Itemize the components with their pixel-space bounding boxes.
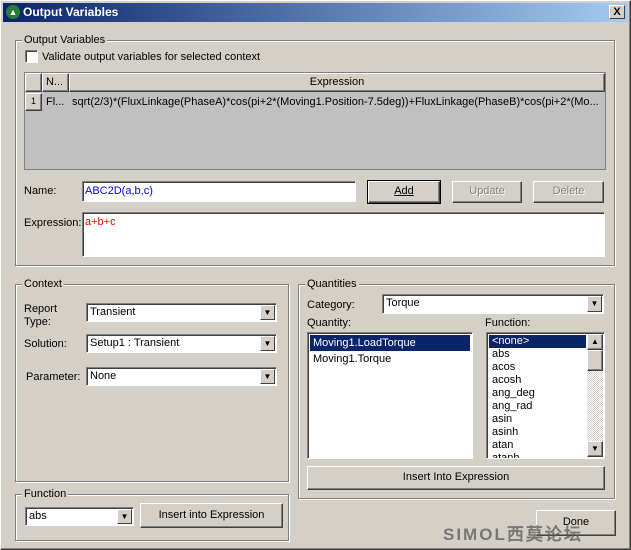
- table-corner: [25, 73, 42, 92]
- row-index[interactable]: 1: [25, 93, 42, 111]
- scroll-down-icon[interactable]: ▼: [587, 441, 603, 457]
- quantities-label: Quantities: [305, 278, 359, 290]
- variables-table[interactable]: N... Expression 1 Fl... sqrt(2/3)*(FluxL…: [24, 72, 606, 170]
- column-header-expression[interactable]: Expression: [69, 73, 605, 92]
- function-item[interactable]: ang_deg: [489, 387, 586, 400]
- window-title: Output Variables: [23, 5, 119, 19]
- scrollbar[interactable]: ▲ ▼: [587, 334, 603, 457]
- quantity-list[interactable]: Moving1.LoadTorque Moving1.Torque: [307, 332, 473, 459]
- chevron-down-icon[interactable]: ▼: [260, 369, 275, 384]
- function-item[interactable]: atan: [489, 439, 586, 452]
- insert-into-expression-quantity-button[interactable]: Insert Into Expression: [307, 466, 605, 490]
- add-button[interactable]: Add: [367, 180, 441, 204]
- add-label: Add: [394, 185, 414, 197]
- function-item[interactable]: abs: [489, 348, 586, 361]
- category-value: Torque: [386, 297, 420, 309]
- title-bar: Output Variables: [3, 3, 628, 22]
- function-item[interactable]: <none>: [489, 335, 586, 348]
- chevron-down-icon[interactable]: ▼: [260, 305, 275, 320]
- function-value: abs: [29, 510, 47, 522]
- parameter-value: None: [90, 370, 117, 382]
- function-list-label: Function:: [485, 317, 531, 329]
- validate-checkbox[interactable]: [25, 50, 38, 63]
- column-header-name[interactable]: N...: [42, 73, 69, 92]
- function-group-label: Function: [22, 488, 69, 500]
- validate-label: Validate output variables for selected c…: [42, 51, 261, 63]
- quantity-item[interactable]: Moving1.LoadTorque: [310, 335, 470, 351]
- row-name-cell[interactable]: Fl...: [46, 95, 64, 109]
- report-type-select[interactable]: Transient ▼: [86, 303, 277, 322]
- category-label: Category:: [307, 299, 355, 311]
- report-type-label: Report Type:: [24, 303, 58, 328]
- quantity-label: Quantity:: [307, 317, 352, 329]
- function-item[interactable]: acosh: [489, 374, 586, 387]
- close-button[interactable]: X: [609, 5, 625, 19]
- expression-input[interactable]: a+b+c: [82, 212, 605, 257]
- chevron-down-icon[interactable]: ▼: [587, 296, 602, 312]
- update-button[interactable]: Update: [452, 181, 522, 203]
- app-icon: ▲: [6, 5, 20, 19]
- solution-label: Solution:: [24, 338, 67, 350]
- report-type-value: Transient: [90, 306, 136, 318]
- name-input[interactable]: ABC2D(a,b,c): [82, 181, 356, 202]
- solution-select[interactable]: Setup1 : Transient ▼: [86, 334, 277, 353]
- chevron-down-icon[interactable]: ▼: [260, 336, 275, 351]
- function-select[interactable]: abs ▼: [25, 507, 134, 526]
- name-label: Name:: [24, 185, 57, 197]
- solution-value: Setup1 : Transient: [90, 337, 180, 349]
- function-list[interactable]: <none> abs acos acosh ang_deg ang_rad as…: [486, 332, 605, 459]
- row-expression-cell[interactable]: sqrt(2/3)*(FluxLinkage(PhaseA)*cos(pi+2*…: [72, 95, 599, 109]
- category-select[interactable]: Torque ▼: [382, 294, 604, 314]
- chevron-down-icon[interactable]: ▼: [117, 509, 132, 524]
- context-label: Context: [22, 278, 64, 290]
- parameter-label: Parameter:: [26, 371, 81, 383]
- function-item[interactable]: atanh: [489, 452, 586, 458]
- function-item[interactable]: acos: [489, 361, 586, 374]
- scroll-thumb[interactable]: [587, 350, 603, 371]
- delete-button[interactable]: Delete: [533, 181, 604, 203]
- parameter-select[interactable]: None ▼: [86, 367, 277, 386]
- function-item[interactable]: asin: [489, 413, 586, 426]
- function-item[interactable]: asinh: [489, 426, 586, 439]
- insert-into-expression-button[interactable]: Insert into Expression: [140, 503, 283, 528]
- function-item[interactable]: ang_rad: [489, 400, 586, 413]
- expression-label: Expression:: [24, 217, 82, 229]
- output-variables-label: Output Variables: [22, 34, 108, 46]
- watermark: SIMOL西莫论坛: [443, 525, 583, 544]
- quantity-item[interactable]: Moving1.Torque: [310, 351, 470, 367]
- scroll-up-icon[interactable]: ▲: [587, 334, 603, 350]
